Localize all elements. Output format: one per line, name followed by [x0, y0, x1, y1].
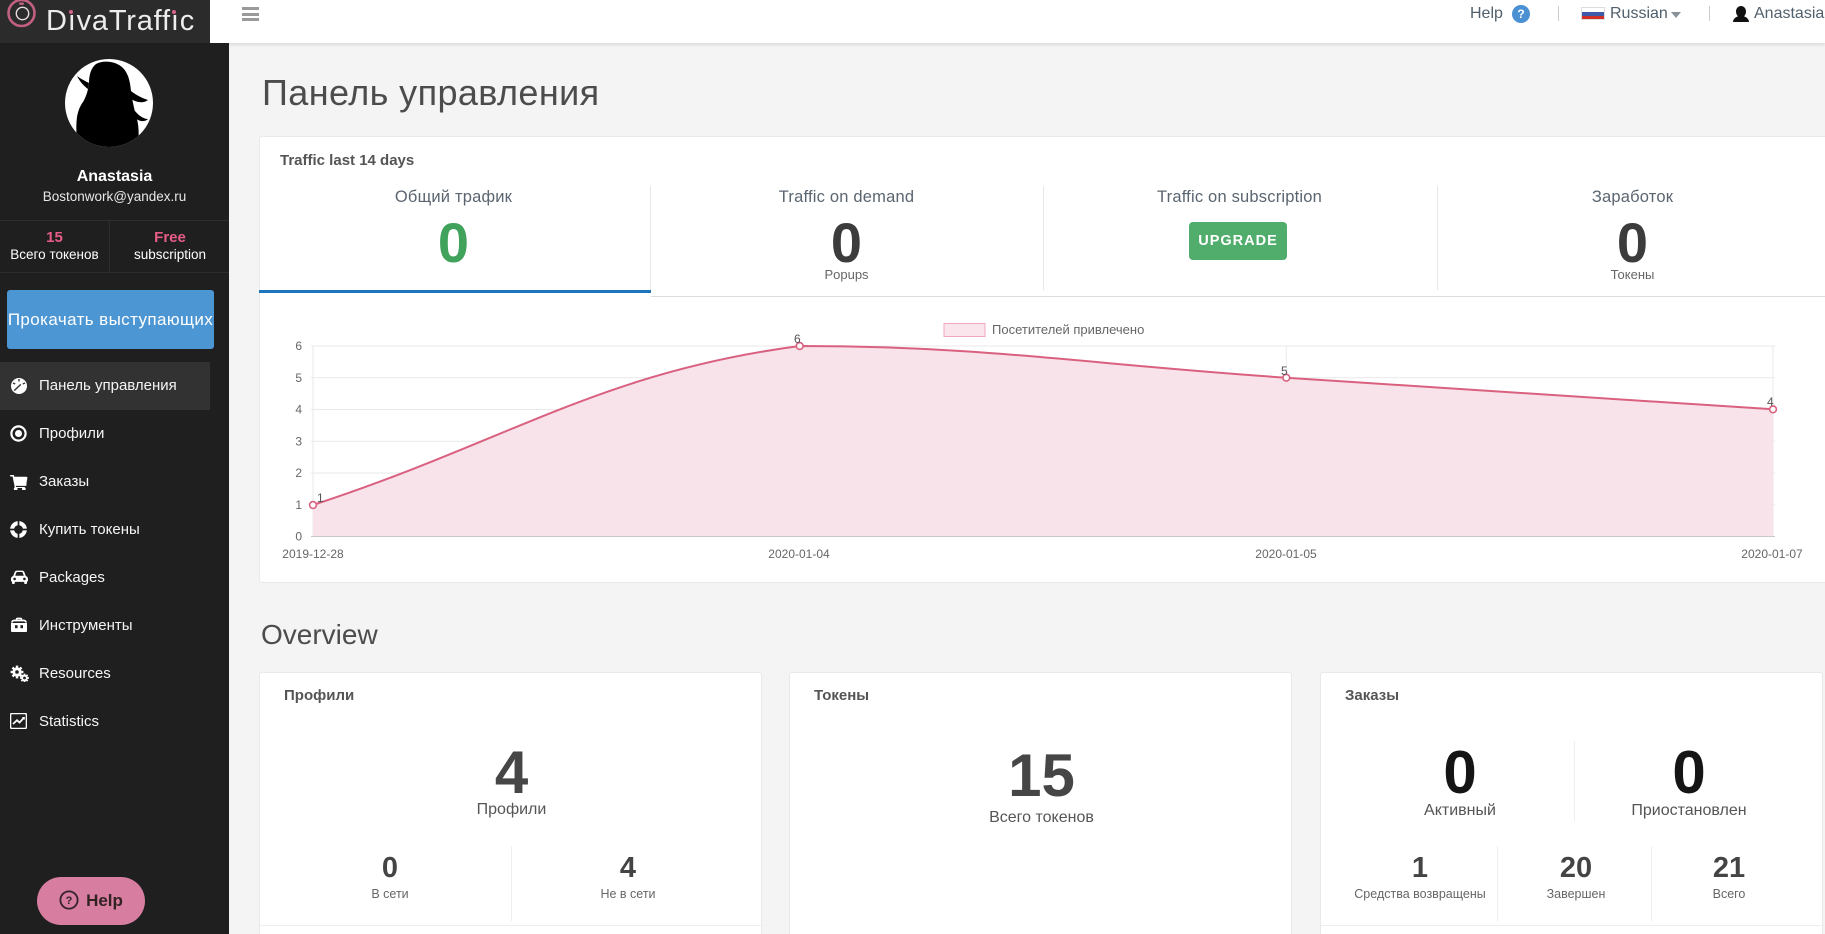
svg-text:2020-01-05: 2020-01-05: [1255, 547, 1317, 561]
svg-text:6: 6: [295, 339, 302, 353]
svg-text:5: 5: [1281, 364, 1288, 378]
svg-text:3: 3: [295, 434, 302, 448]
svg-text:5: 5: [295, 371, 302, 385]
svg-text:2020-01-07: 2020-01-07: [1741, 547, 1803, 561]
svg-text:1: 1: [317, 491, 324, 505]
svg-text:4: 4: [295, 403, 302, 417]
svg-text:4: 4: [1767, 395, 1774, 409]
svg-text:1: 1: [295, 498, 302, 512]
svg-text:2019-12-28: 2019-12-28: [282, 547, 344, 561]
svg-text:6: 6: [794, 332, 801, 346]
svg-text:?: ?: [66, 895, 73, 907]
svg-text:2020-01-04: 2020-01-04: [768, 547, 830, 561]
svg-text:0: 0: [295, 530, 302, 544]
svg-text:Посетителей привлечено: Посетителей привлечено: [992, 322, 1144, 337]
svg-text:2: 2: [295, 466, 302, 480]
